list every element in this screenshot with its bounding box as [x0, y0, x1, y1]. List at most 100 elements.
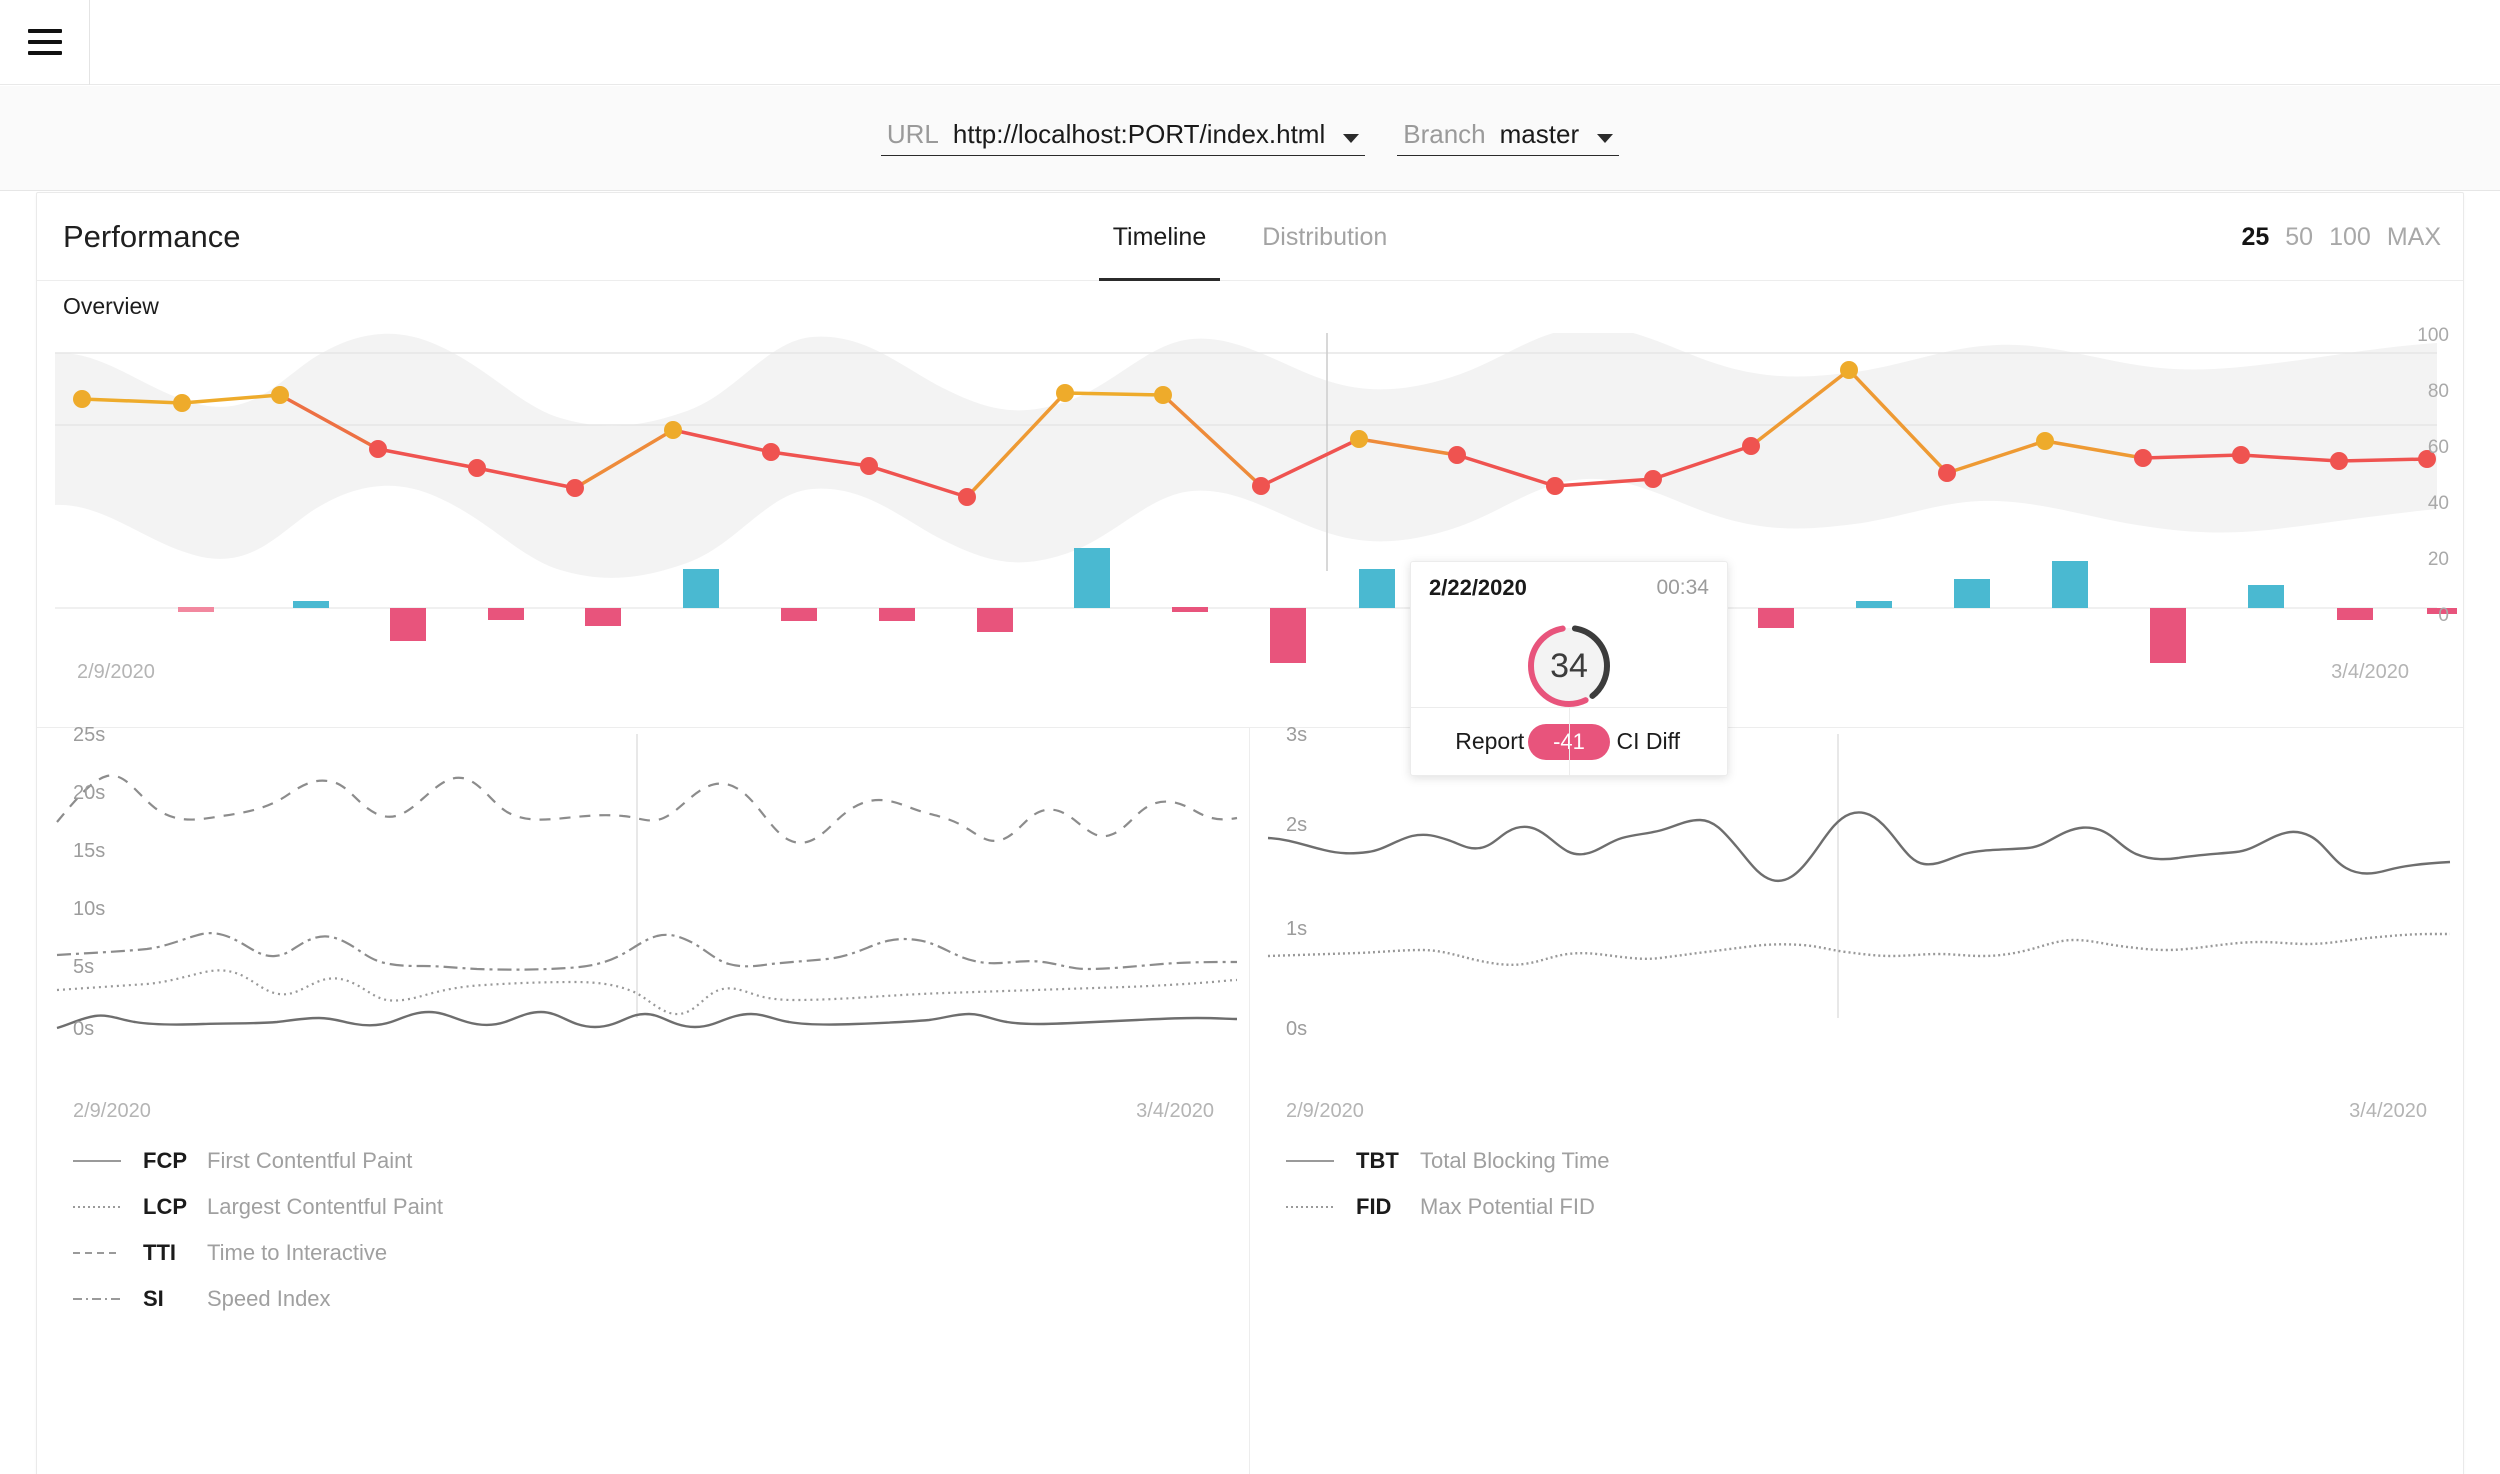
- legend-abbr-tti: TTI: [143, 1240, 176, 1265]
- series-fcp-line: [56, 1010, 1238, 1030]
- timings-left-y-axis: 25s 20s 15s 10s 5s 0s: [73, 724, 153, 1088]
- performance-card: Performance Timeline Distribution 25 50 …: [36, 192, 2464, 1474]
- tab-timeline[interactable]: Timeline: [1085, 193, 1235, 281]
- chevron-down-icon[interactable]: [1597, 133, 1614, 143]
- hamburger-bar-3: [27, 51, 62, 55]
- gauge-score-value: 34: [1550, 646, 1588, 685]
- legend-line-dotted-icon: [73, 1206, 121, 1208]
- timings-left-svg: [56, 734, 1238, 1030]
- legend-abbr-lcp: LCP: [143, 1194, 187, 1219]
- legend-abbr-tbt: TBT: [1356, 1148, 1399, 1173]
- tooltip-header: 2/22/2020 00:34: [1411, 562, 1727, 614]
- hamburger-bar-2: [27, 40, 62, 44]
- range-25[interactable]: 25: [2241, 223, 2269, 252]
- left-y-tick-5s: 5s: [73, 956, 95, 978]
- left-y-tick-10s: 10s: [73, 898, 106, 920]
- overview-chart-svg: [55, 333, 2457, 663]
- series-fid-line: [1267, 932, 2450, 966]
- url-selector-label: URL: [886, 118, 939, 149]
- legend-name-tbt: Total Blocking Time: [1420, 1148, 1610, 1173]
- legend-name-si: Speed Index: [207, 1286, 331, 1311]
- legend-item-fid[interactable]: FID Max Potential FID: [1286, 1184, 1610, 1230]
- legend-abbr-fcp: FCP: [143, 1148, 187, 1173]
- legend-item-fcp[interactable]: FCP First Contentful Paint: [73, 1138, 443, 1184]
- report-button[interactable]: Report: [1411, 708, 1569, 775]
- branch-selector-label: Branch: [1403, 118, 1486, 149]
- overview-y-tick-80: 80: [2427, 381, 2449, 402]
- timings-chart-right[interactable]: 3s 2s 1s 0s 2/9/2020 3/4/2020 TBT Total …: [1250, 724, 2463, 1474]
- timings-chart-left[interactable]: 25s 20s 15s 10s 5s 0s 2/9/2020 3/4/2020 …: [37, 724, 1250, 1474]
- app-bar: [0, 0, 2500, 85]
- legend-name-tti: Time to Interactive: [207, 1240, 388, 1265]
- legend-line-dash-dot-icon: [73, 1298, 121, 1300]
- legend-item-lcp[interactable]: LCP Largest Contentful Paint: [73, 1184, 443, 1230]
- legend-line-solid-icon: [1286, 1160, 1334, 1162]
- overview-y-axis: 100 80 60 40 20 0: [2387, 325, 2457, 633]
- legend-abbr-si: SI: [143, 1286, 164, 1311]
- tooltip-date: 2/22/2020: [1429, 575, 1527, 600]
- branch-selector-value: master: [1499, 118, 1580, 149]
- timings-right-y-axis: 3s 2s 1s 0s: [1286, 724, 1366, 1088]
- overview-y-tick-60: 60: [2427, 437, 2449, 458]
- tooltip-time: 00:34: [1656, 576, 1709, 599]
- right-date-end: 3/4/2020: [2349, 1100, 2427, 1122]
- overview-y-tick-20: 20: [2427, 549, 2449, 570]
- series-tbt-line: [1267, 811, 2451, 883]
- range-50[interactable]: 50: [2285, 223, 2313, 252]
- series-si-line: [56, 932, 1238, 971]
- right-y-tick-1s: 1s: [1286, 918, 1308, 940]
- right-y-tick-3s: 3s: [1286, 724, 1308, 746]
- right-y-tick-2s: 2s: [1286, 814, 1308, 836]
- card-header: Performance Timeline Distribution 25 50 …: [37, 193, 2463, 281]
- series-lcp-line: [56, 969, 1238, 1016]
- chevron-down-icon[interactable]: [1343, 133, 1360, 143]
- timings-right-svg: [1267, 734, 2451, 1018]
- overview-date-start: 2/9/2020: [77, 661, 155, 683]
- legend-left: FCP First Contentful Paint LCP Largest C…: [73, 1138, 443, 1322]
- hamburger-bar-1: [27, 29, 62, 33]
- score-gauge: 34: [1521, 618, 1617, 714]
- datapoint-tooltip[interactable]: 2/22/2020 00:34 34 -41 Report CI Diff: [1410, 561, 1728, 776]
- overview-y-tick-100: 100: [2417, 325, 2449, 346]
- app-bar-menu-area: [0, 0, 90, 85]
- right-y-tick-0s: 0s: [1286, 1018, 1308, 1040]
- overview-chart[interactable]: 100 80 60 40 20 0 2/9/2020 3/4/2020: [37, 325, 2463, 723]
- range-selector: 25 50 100 MAX: [2241, 223, 2441, 252]
- tab-distribution[interactable]: Distribution: [1234, 193, 1415, 281]
- left-y-tick-20s: 20s: [73, 782, 106, 804]
- left-date-end: 3/4/2020: [1136, 1100, 1214, 1122]
- legend-right: TBT Total Blocking Time FID Max Potentia…: [1286, 1138, 1610, 1230]
- branch-selector[interactable]: Branch master: [1397, 118, 1620, 156]
- overview-section-label: Overview: [63, 293, 159, 319]
- filter-bar: URL http://localhost:PORT/index.html Bra…: [0, 86, 2500, 191]
- overview-date-end: 3/4/2020: [2331, 661, 2409, 683]
- legend-item-tbt[interactable]: TBT Total Blocking Time: [1286, 1138, 1610, 1184]
- ci-diff-button[interactable]: CI Diff: [1568, 708, 1728, 775]
- legend-abbr-fid: FID: [1356, 1194, 1392, 1219]
- range-100[interactable]: 100: [2329, 223, 2371, 252]
- url-selector[interactable]: URL http://localhost:PORT/index.html: [880, 118, 1366, 156]
- legend-line-dotted-icon: [1286, 1206, 1334, 1208]
- overview-y-tick-40: 40: [2427, 493, 2449, 514]
- tooltip-actions: Report CI Diff: [1411, 707, 1727, 775]
- left-y-tick-15s: 15s: [73, 840, 106, 862]
- legend-line-solid-icon: [73, 1160, 121, 1162]
- left-y-tick-0s: 0s: [73, 1018, 95, 1040]
- hamburger-menu-icon[interactable]: [27, 29, 62, 55]
- range-max[interactable]: MAX: [2387, 223, 2441, 252]
- right-date-start: 2/9/2020: [1286, 1100, 1364, 1122]
- detail-charts: 25s 20s 15s 10s 5s 0s 2/9/2020 3/4/2020 …: [37, 724, 2463, 1474]
- left-y-tick-25s: 25s: [73, 724, 106, 746]
- series-tti-line: [56, 774, 1238, 844]
- legend-name-fcp: First Contentful Paint: [207, 1148, 413, 1173]
- legend-item-si[interactable]: SI Speed Index: [73, 1276, 443, 1322]
- overview-delta-bars[interactable]: [178, 548, 2457, 663]
- left-date-start: 2/9/2020: [73, 1100, 151, 1122]
- legend-name-fid: Max Potential FID: [1420, 1194, 1595, 1219]
- legend-item-tti[interactable]: TTI Time to Interactive: [73, 1230, 443, 1276]
- legend-line-dashed-icon: [73, 1252, 121, 1254]
- url-selector-value: http://localhost:PORT/index.html: [952, 118, 1326, 149]
- overview-x-axis: 2/9/2020 3/4/2020: [37, 661, 2463, 691]
- legend-name-lcp: Largest Contentful Paint: [207, 1194, 444, 1219]
- view-tabs: Timeline Distribution: [37, 193, 2463, 281]
